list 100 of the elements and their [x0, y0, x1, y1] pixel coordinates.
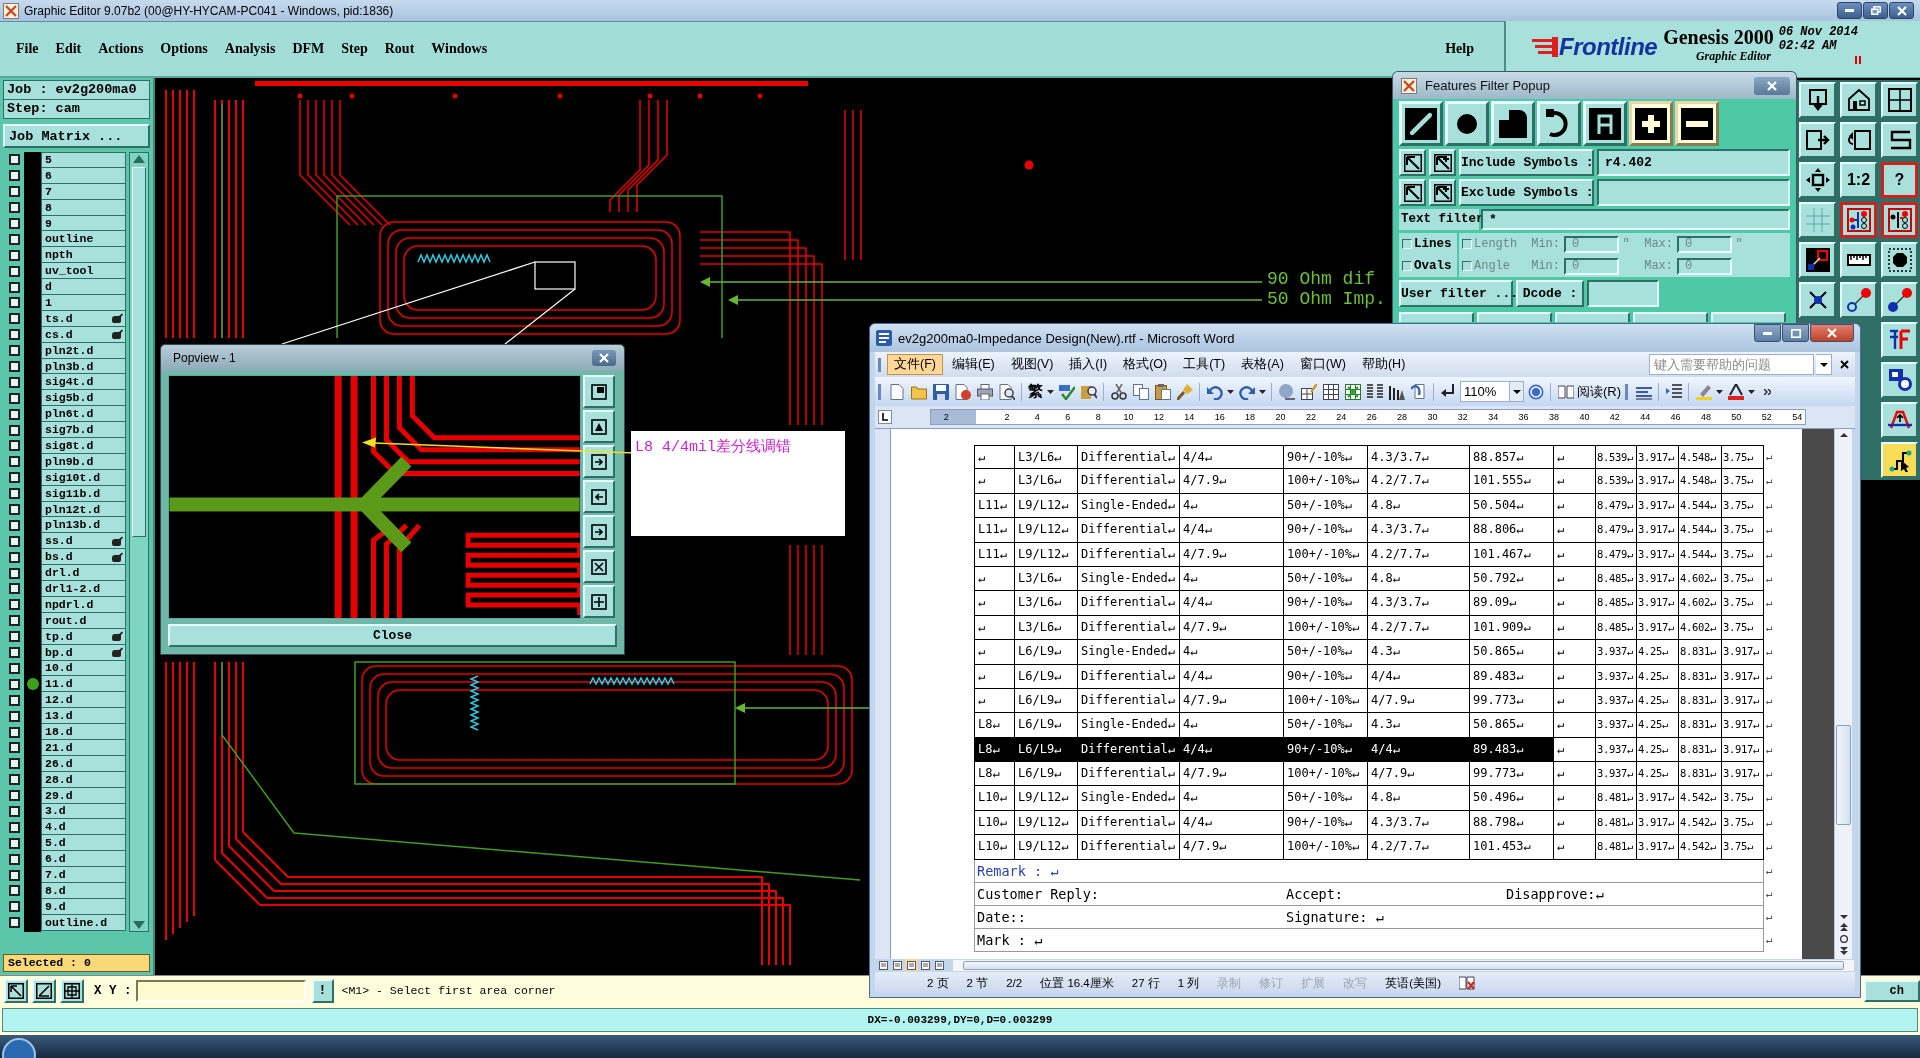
layer-name[interactable]: ss.d [41, 533, 126, 550]
layer-checkbox[interactable] [9, 424, 20, 436]
layer-checkbox[interactable] [9, 472, 20, 484]
close-button[interactable] [1754, 76, 1790, 95]
feature-type-button[interactable] [1629, 101, 1673, 146]
layer-name[interactable]: sig4t.d [41, 374, 126, 391]
layer-name[interactable]: 5 [41, 152, 126, 168]
layer-checkbox[interactable] [9, 821, 20, 833]
layer-name[interactable]: 12.d [41, 692, 126, 709]
layer-name[interactable]: sig7b.d [41, 422, 126, 439]
layer-checkbox[interactable] [9, 567, 20, 579]
layer-name[interactable]: 5.d [41, 835, 126, 852]
xy-input-field[interactable] [135, 979, 306, 1002]
menu-item[interactable]: Windows [431, 41, 488, 57]
layer-checkbox[interactable] [9, 678, 20, 690]
layer-name[interactable]: 6.d [41, 851, 126, 868]
layer-name[interactable]: 11.d [41, 676, 126, 693]
dcode-button[interactable]: Dcode : [1516, 280, 1584, 307]
layer-name[interactable]: d [41, 279, 126, 295]
layer-checkbox[interactable] [9, 837, 20, 849]
view-tool-button[interactable] [583, 585, 615, 618]
layer-checkbox[interactable] [9, 440, 20, 452]
layer-checkbox[interactable] [9, 519, 20, 531]
layer-checkbox[interactable] [9, 281, 20, 293]
layer-checkbox[interactable] [9, 504, 20, 516]
view-tool-button[interactable] [583, 515, 615, 548]
minimize-button[interactable] [1837, 2, 1862, 19]
layer-checkbox[interactable] [9, 662, 20, 674]
close-button[interactable]: Close [168, 624, 617, 647]
layer-name[interactable]: bs.d [41, 549, 126, 566]
layer-checkbox[interactable] [9, 853, 20, 865]
menu-item[interactable]: 帮助(H) [1354, 354, 1413, 375]
menu-item[interactable]: Edit [55, 41, 82, 57]
zoom-field[interactable]: 110% [1460, 381, 1510, 402]
checkbox[interactable] [1402, 261, 1412, 271]
tool-button[interactable]: ? [1881, 162, 1918, 198]
layer-checkbox[interactable] [9, 154, 20, 166]
layer-checkbox[interactable] [9, 265, 20, 277]
menu-item[interactable]: 表格(A) [1234, 354, 1291, 375]
symbols-button[interactable]: Include Symbols : [1459, 149, 1594, 176]
view-tool-button[interactable] [583, 480, 615, 513]
layer-checkbox[interactable] [9, 647, 20, 659]
checkbox[interactable] [1402, 239, 1412, 249]
select-arrow-button[interactable] [1399, 149, 1426, 176]
dcode-field[interactable] [1587, 280, 1659, 307]
select-arrow-button[interactable] [1399, 179, 1426, 206]
help-menu[interactable]: Help [1445, 41, 1474, 57]
layer-checkbox[interactable] [9, 361, 20, 372]
layer-name[interactable]: sig8t.d [41, 438, 126, 454]
add-arrow-button[interactable] [1429, 179, 1456, 206]
menu-item[interactable]: 视图(V) [1003, 354, 1061, 375]
view-tool-button[interactable] [583, 445, 615, 478]
layer-checkbox[interactable] [9, 615, 20, 627]
layer-name[interactable]: outline [41, 231, 126, 248]
layer-checkbox[interactable] [9, 535, 20, 547]
menu-item[interactable]: 格式(O) [1116, 354, 1175, 375]
layer-checkbox[interactable] [9, 869, 20, 881]
layer-checkbox[interactable] [9, 805, 20, 817]
layer-name[interactable]: pln6t.d [41, 406, 126, 423]
menu-item[interactable]: 文件(F) [887, 354, 943, 375]
menu-item[interactable]: 插入(I) [1062, 354, 1115, 375]
view-tool-button[interactable] [583, 550, 615, 583]
layer-name[interactable]: 18.d [41, 724, 126, 740]
menu-item[interactable]: 窗口(W) [1292, 354, 1353, 375]
layer-checkbox[interactable] [9, 742, 20, 754]
symbols-field[interactable]: r4.402 [1597, 149, 1790, 176]
view-button[interactable] [877, 959, 890, 971]
minimize-button[interactable] [1754, 324, 1781, 342]
layer-name[interactable]: 7.d [41, 867, 126, 883]
menu-item[interactable]: Analysis [224, 41, 276, 57]
layer-name[interactable]: 4.d [41, 819, 126, 836]
layer-checkbox[interactable] [9, 694, 20, 706]
tool-button[interactable] [1881, 202, 1918, 238]
add-arrow-button[interactable] [1429, 149, 1456, 176]
maximize-button[interactable] [1782, 324, 1809, 342]
layer-checkbox[interactable] [9, 218, 20, 229]
view-tool-button[interactable] [583, 410, 615, 443]
menu-item[interactable]: Step [341, 41, 368, 57]
layer-checkbox[interactable] [9, 758, 20, 770]
layer-name[interactable]: uv_tool [41, 263, 126, 280]
layer-checkbox[interactable] [9, 901, 20, 913]
menu-item[interactable]: File [16, 41, 39, 57]
menu-item[interactable]: Options [160, 41, 208, 57]
layer-name[interactable]: npth [41, 247, 126, 264]
symbols-button[interactable]: Exclude Symbols : [1459, 179, 1594, 206]
scrollbar-thumb[interactable] [963, 961, 1844, 970]
layer-checkbox[interactable] [9, 249, 20, 261]
symbols-field[interactable] [1597, 179, 1790, 206]
execute-button[interactable]: ! [311, 978, 334, 1003]
layer-checkbox[interactable] [9, 583, 20, 595]
close-button[interactable] [592, 350, 616, 366]
layer-checkbox[interactable] [9, 170, 20, 182]
layer-name[interactable]: pln13b.d [41, 517, 126, 534]
layer-checkbox[interactable] [9, 885, 20, 897]
view-button[interactable] [919, 959, 932, 971]
view-tool-button[interactable] [583, 375, 615, 408]
layer-checkbox[interactable] [9, 313, 20, 325]
layer-checkbox[interactable] [9, 917, 20, 929]
layer-name[interactable]: drl1-2.d [41, 581, 126, 597]
layer-checkbox[interactable] [9, 631, 20, 643]
